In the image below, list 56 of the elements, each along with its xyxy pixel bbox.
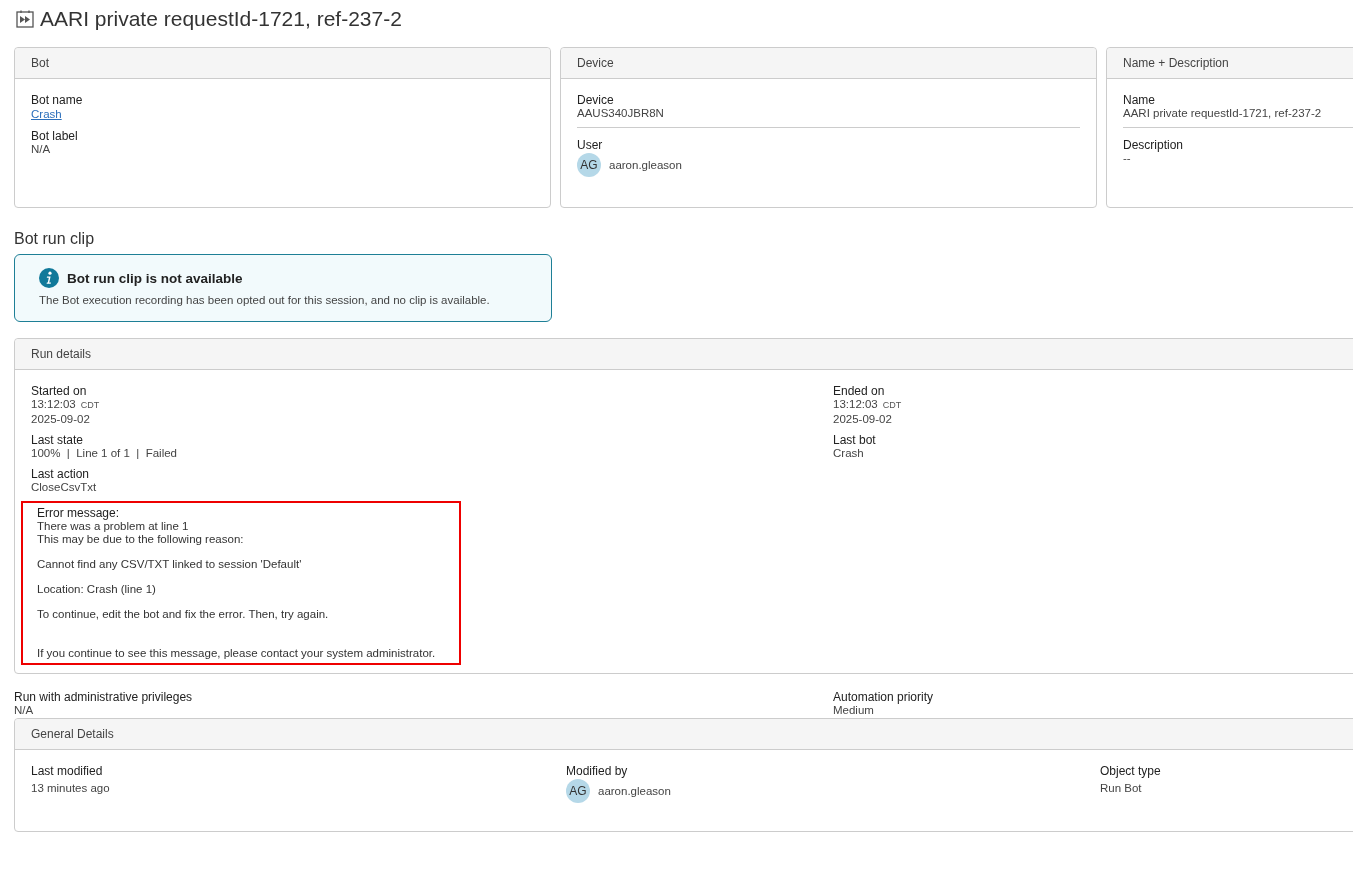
field-label: Run with administrative privileges bbox=[14, 690, 194, 704]
user-name: aaron.gleason bbox=[598, 785, 671, 797]
error-text: To continue, edit the bot and fix the error. Then, try again. bbox=[37, 608, 330, 621]
notice-title: Bot run clip is not available bbox=[67, 270, 243, 286]
error-text: This may be due to the following reason: bbox=[37, 533, 245, 546]
field-value: N/A bbox=[31, 143, 52, 155]
field-value: AARI private requestId-1721, ref-237-2 bbox=[1123, 107, 1323, 119]
field-label: Last bot bbox=[833, 433, 877, 447]
error-label: Error message: bbox=[37, 506, 121, 520]
field-label: Started on bbox=[31, 384, 88, 398]
bot-name-link[interactable]: Crash bbox=[31, 108, 62, 120]
notice-text: The Bot execution recording has been opted out for this session, and no clip is available. bbox=[39, 294, 491, 306]
field-label: Bot label bbox=[31, 129, 79, 143]
error-text: If you continue to see this message, please contact your system administrator. bbox=[37, 647, 437, 660]
bot-run-icon bbox=[16, 10, 34, 28]
time-zone: CDT bbox=[80, 400, 100, 410]
field-label: User bbox=[577, 138, 604, 152]
field-value: N/A bbox=[14, 704, 35, 716]
field-value: Medium bbox=[833, 704, 875, 716]
field-label: Automation priority bbox=[833, 690, 935, 704]
field-label: Device bbox=[577, 93, 615, 107]
error-text: Location: Crash (line 1) bbox=[37, 583, 157, 596]
field-value: Run Bot bbox=[1100, 782, 1143, 794]
field-label: Bot name bbox=[31, 93, 84, 107]
card-header: Name + Description bbox=[1107, 48, 1353, 79]
time-value: 13:12:03 bbox=[833, 398, 878, 410]
error-text: Cannot find any CSV/TXT linked to session 'Default' bbox=[37, 558, 303, 571]
field-value: CloseCsvTxt bbox=[31, 481, 98, 493]
info-icon bbox=[39, 268, 59, 288]
date-value: 2025-09-02 bbox=[833, 413, 893, 425]
field-label: Modified by bbox=[566, 764, 629, 778]
field-label: Description bbox=[1123, 138, 1185, 152]
card-header: Run details bbox=[15, 339, 1353, 370]
time-value: 13:12:03 bbox=[31, 398, 76, 410]
user-avatar: AG bbox=[577, 153, 601, 177]
field-value: Crash bbox=[833, 447, 865, 459]
field-label: Name bbox=[1123, 93, 1156, 107]
section-title: Bot run clip bbox=[14, 230, 96, 248]
field-label: Last modified bbox=[31, 764, 104, 778]
card-header: Bot bbox=[15, 48, 550, 79]
card-header: Device bbox=[561, 48, 1096, 79]
user-name: aaron.gleason bbox=[609, 159, 682, 171]
page-title: AARI private requestId-1721, ref-237-2 bbox=[40, 7, 402, 31]
field-value: AAUS340JBR8N bbox=[577, 107, 665, 119]
field-value: 13 minutes ago bbox=[31, 782, 111, 794]
date-value: 2025-09-02 bbox=[31, 413, 91, 425]
field-label: Last state bbox=[31, 433, 85, 447]
field-value: -- bbox=[1123, 152, 1132, 164]
time-zone: CDT bbox=[882, 400, 902, 410]
field-value: 100% | Line 1 of 1 | Failed bbox=[31, 447, 178, 459]
field-label: Object type bbox=[1100, 764, 1162, 778]
card-header: General Details bbox=[15, 719, 1353, 750]
field-label: Ended on bbox=[833, 384, 886, 398]
field-label: Last action bbox=[31, 467, 91, 481]
error-text: There was a problem at line 1 bbox=[37, 520, 190, 533]
user-avatar: AG bbox=[566, 779, 590, 803]
